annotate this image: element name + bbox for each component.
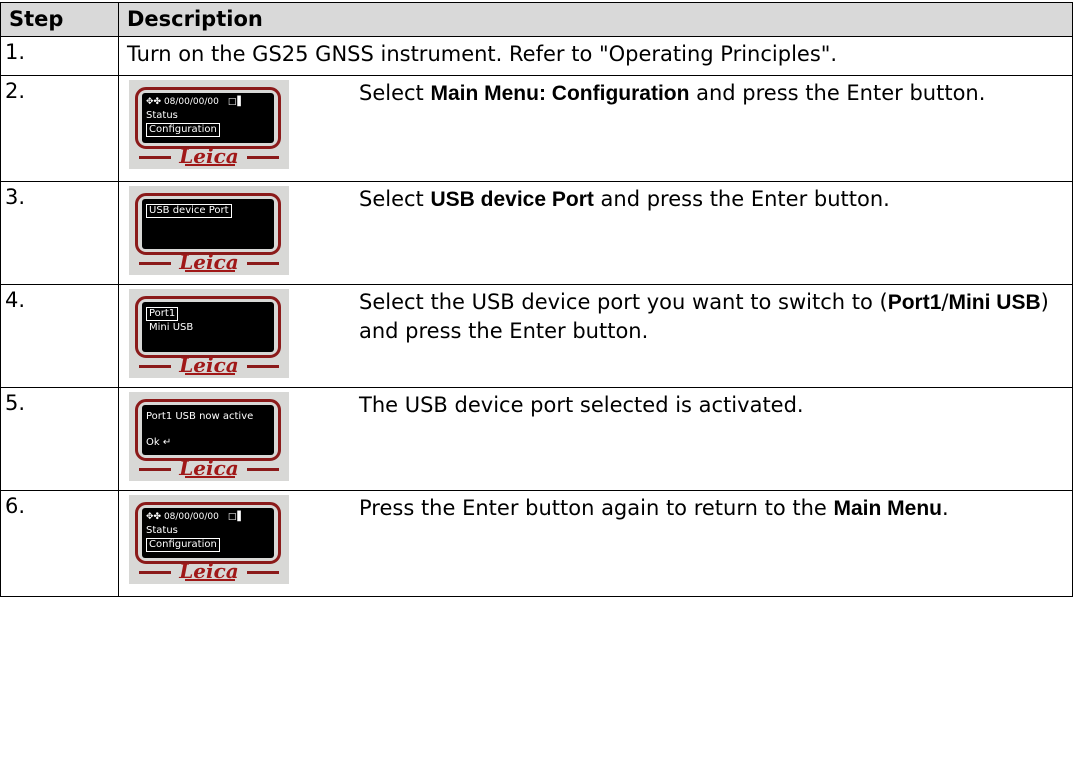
- ok-prompt: Ok ↵: [146, 437, 172, 448]
- header-step: Step: [0, 2, 119, 37]
- menu-item-selected: Configuration: [146, 538, 220, 552]
- step-number: 4.: [0, 284, 119, 388]
- device-display-image: Port1 USB now active Ok ↵ Leica: [129, 392, 289, 481]
- display-screen: Port1 Mini USB: [142, 302, 274, 352]
- step-description: Port1 Mini USB Leica Select the USB devi…: [118, 284, 1073, 388]
- step-description: Port1 USB now active Ok ↵ Leica The USB …: [118, 387, 1073, 491]
- step-number: 1.: [0, 36, 119, 76]
- display-message: Port1 USB now active: [146, 411, 254, 422]
- step-number: 5.: [0, 387, 119, 491]
- step-description: Turn on the GS25 GNSS instrument. Refer …: [118, 36, 1073, 76]
- menu-item: Mini USB: [149, 322, 194, 333]
- battery-icon: □▌: [227, 97, 246, 107]
- menu-item: Status: [146, 525, 178, 536]
- procedure-table: Step Description 1. Turn on the GS25 GNS…: [0, 2, 1073, 597]
- leica-logo: Leica: [177, 250, 241, 275]
- leica-logo: Leica: [177, 144, 241, 169]
- table-row: 6. ✥✤ 08/00/00/00 □▌ Status Configuratio…: [0, 490, 1073, 597]
- status-icons: ✥✤ 08/00/00/00: [146, 97, 219, 107]
- description-text: Select the USB device port you want to s…: [359, 290, 1049, 343]
- display-screen: USB device Port: [142, 199, 274, 249]
- display-screen: ✥✤ 08/00/00/00 □▌ Status Configuration: [142, 508, 274, 558]
- leica-logo: Leica: [177, 353, 241, 378]
- table-row: 5. Port1 USB now active Ok ↵ Leica The U…: [0, 387, 1073, 491]
- header-row: Step Description: [0, 2, 1073, 37]
- description-text: The USB device port selected is activate…: [359, 393, 804, 417]
- step-description: ✥✤ 08/00/00/00 □▌ Status Configuration L…: [118, 490, 1073, 597]
- device-display-image: ✥✤ 08/00/00/00 □▌ Status Configuration L…: [129, 80, 289, 169]
- device-display-image: USB device Port Leica: [129, 186, 289, 275]
- device-display-image: Port1 Mini USB Leica: [129, 289, 289, 378]
- table-row: 4. Port1 Mini USB Leica Select the USB d…: [0, 284, 1073, 388]
- step-number: 6.: [0, 490, 119, 597]
- description-text: Turn on the GS25 GNSS instrument. Refer …: [127, 42, 838, 66]
- table-row: 3. USB device Port Leica Select USB devi…: [0, 181, 1073, 285]
- header-description: Description: [118, 2, 1073, 37]
- leica-logo: Leica: [177, 456, 241, 481]
- battery-icon: □▌: [227, 512, 246, 522]
- leica-logo: Leica: [177, 559, 241, 584]
- description-text: Select Main Menu: Configuration and pres…: [359, 81, 986, 105]
- step-number: 2.: [0, 75, 119, 182]
- menu-item-selected: Configuration: [146, 123, 220, 137]
- table-row: 1. Turn on the GS25 GNSS instrument. Ref…: [0, 36, 1073, 76]
- table-row: 2. ✥✤ 08/00/00/00 □▌ Status Configuratio…: [0, 75, 1073, 182]
- step-number: 3.: [0, 181, 119, 285]
- menu-item: Status: [146, 110, 178, 121]
- description-text: Select USB device Port and press the Ent…: [359, 187, 890, 211]
- display-screen: Port1 USB now active Ok ↵: [142, 405, 274, 455]
- description-text: Press the Enter button again to return t…: [359, 496, 949, 520]
- menu-item-selected: USB device Port: [146, 204, 232, 218]
- device-display-image: ✥✤ 08/00/00/00 □▌ Status Configuration L…: [129, 495, 289, 584]
- step-description: ✥✤ 08/00/00/00 □▌ Status Configuration L…: [118, 75, 1073, 182]
- step-description: USB device Port Leica Select USB device …: [118, 181, 1073, 285]
- display-screen: ✥✤ 08/00/00/00 □▌ Status Configuration: [142, 93, 274, 143]
- status-icons: ✥✤ 08/00/00/00: [146, 512, 219, 522]
- menu-item-selected: Port1: [146, 307, 179, 321]
